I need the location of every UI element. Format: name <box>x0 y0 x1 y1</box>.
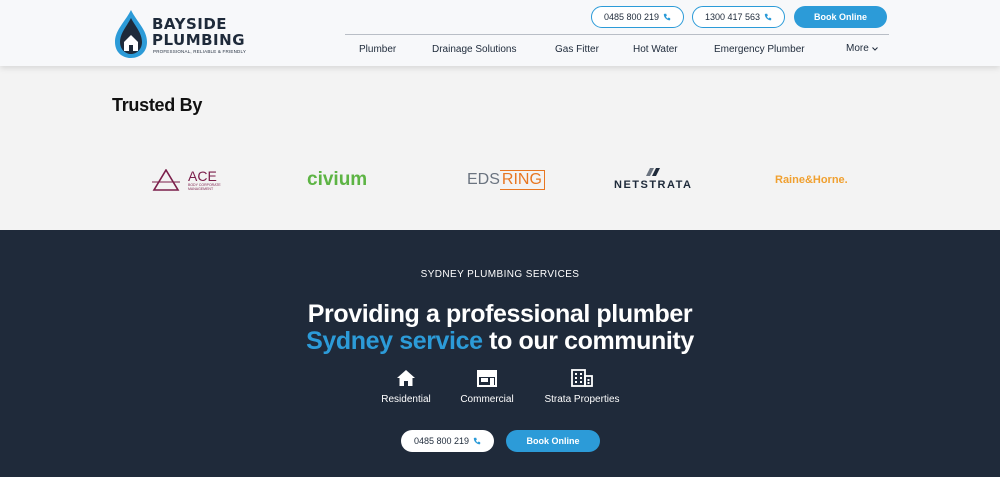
headline-line-2: Sydney service to our community <box>0 328 1000 355</box>
logo-tagline: PROFESSIONAL, RELIABLE & FRIENDLY <box>153 49 247 54</box>
headline-rest: to our community <box>482 327 694 355</box>
chevron-down-icon <box>871 46 878 51</box>
home-icon <box>397 370 415 386</box>
nav-item-plumber[interactable]: Plumber <box>359 44 396 55</box>
trusted-title: Trusted By <box>112 95 203 115</box>
nav-more-label: More <box>846 43 869 54</box>
nav-divider <box>345 34 889 35</box>
nav-item-drainage[interactable]: Drainage Solutions <box>432 44 517 55</box>
logo-drop-icon <box>115 10 147 58</box>
service-commercial[interactable]: Commercial <box>457 369 517 405</box>
netstrata-name: NETSTRATA <box>614 179 693 191</box>
netstrata-mark-icon <box>646 168 661 176</box>
brand-civium-logo: civium <box>307 169 368 190</box>
nav-item-gas-fitter[interactable]: Gas Fitter <box>555 44 599 55</box>
service-label: Strata Properties <box>544 394 620 405</box>
phone-number: 1300 417 563 <box>704 12 761 22</box>
phone-button-2[interactable]: 1300 417 563 <box>692 6 785 28</box>
ring-part: RING <box>499 170 545 190</box>
brand-edsring-logo: EDS RING <box>467 165 545 195</box>
site-header: BAYSIDE PLUMBING PROFESSIONAL, RELIABLE … <box>0 0 1000 66</box>
brand-ace-logo: ACE BODY CORPORATE MANAGEMENT <box>152 165 228 195</box>
headline-line-1: Providing a professional plumber <box>307 300 693 328</box>
nav-item-emergency[interactable]: Emergency Plumber <box>714 44 805 55</box>
logo[interactable]: BAYSIDE PLUMBING PROFESSIONAL, RELIABLE … <box>112 8 252 60</box>
ace-sub: BODY CORPORATE MANAGEMENT <box>188 183 221 191</box>
ace-name: ACE <box>188 168 217 184</box>
phone-icon <box>764 13 772 21</box>
phone-number: 0485 800 219 <box>603 12 660 22</box>
services-book-online-button[interactable]: Book Online <box>506 430 600 452</box>
phone-number: 0485 800 219 <box>413 436 470 446</box>
building-icon <box>571 369 593 387</box>
phone-icon <box>663 13 671 21</box>
eds-part: EDS <box>467 171 500 188</box>
brand-netstrata-logo: NETSTRATA <box>614 167 692 197</box>
service-residential[interactable]: Residential <box>379 369 433 405</box>
service-label: Residential <box>381 394 431 405</box>
nav-item-hot-water[interactable]: Hot Water <box>633 44 678 55</box>
shop-icon <box>477 370 497 387</box>
services-headline: Providing a professional plumber Sydney … <box>0 301 1000 355</box>
phone-button-1[interactable]: 0485 800 219 <box>591 6 684 28</box>
phone-icon <box>473 437 481 445</box>
brand-raine-horne-logo: Raine&Horne. <box>775 174 848 186</box>
services-eyebrow: SYDNEY PLUMBING SERVICES <box>420 269 580 280</box>
logo-name: BAYSIDE PLUMBING <box>152 15 246 49</box>
book-online-button[interactable]: Book Online <box>794 6 887 28</box>
services-phone-button[interactable]: 0485 800 219 <box>401 430 494 452</box>
nav-item-more[interactable]: More <box>846 43 878 54</box>
ace-triangle-icon <box>152 169 180 191</box>
headline-accent: Sydney service <box>306 327 483 355</box>
service-label: Commercial <box>460 394 514 405</box>
service-strata[interactable]: Strata Properties <box>541 369 623 405</box>
